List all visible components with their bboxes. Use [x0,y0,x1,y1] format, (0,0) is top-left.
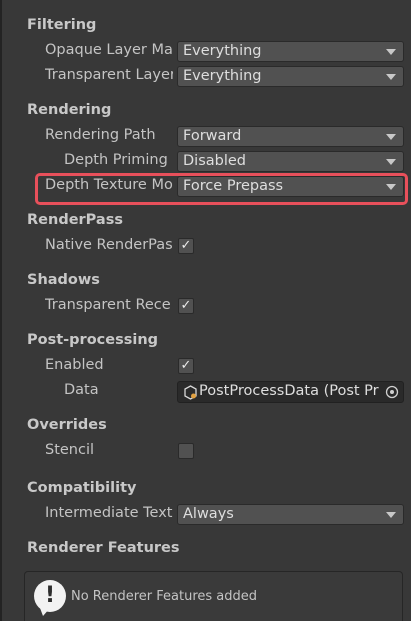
scriptable-object-icon [184,385,197,400]
transparent-layer-mask-label: Transparent Layer [45,67,173,83]
native-renderpass-label: Native RenderPas [45,237,173,253]
native-renderpass-checkbox[interactable]: ✓ [178,238,194,254]
stencil-label: Stencil [45,442,95,458]
rendering-path-label: Rendering Path [45,127,156,143]
postprocessing-data-object-field[interactable]: PostProcessData (Post Pr [177,381,404,403]
section-rendering-title: Rendering [27,102,112,118]
transparent-receive-shadows-label: Transparent Rece [45,297,171,313]
depth-priming-mode-value: Disabled [183,153,246,169]
postprocessing-enabled-label: Enabled [45,357,104,373]
depth-priming-mode-dropdown[interactable]: Disabled [177,151,404,172]
transparent-layer-mask-value: Everything [183,68,262,84]
info-exclamation-icon: ! [34,580,66,616]
opaque-layer-mask-value: Everything [183,43,262,59]
object-picker-icon[interactable] [385,385,399,399]
section-compatibility-title: Compatibility [27,480,137,496]
postprocessing-data-value: PostProcessData (Post Pr [199,383,379,399]
chevron-down-icon [386,134,396,140]
section-filtering-title: Filtering [27,17,97,33]
chevron-down-icon [386,74,396,80]
stencil-checkbox[interactable] [178,443,194,459]
chevron-down-icon [386,49,396,55]
postprocessing-data-label: Data [64,382,99,398]
section-shadows-title: Shadows [27,272,100,288]
section-renderpass-title: RenderPass [27,212,123,228]
opaque-layer-mask-label: Opaque Layer Ma [45,42,173,58]
chevron-down-icon [386,159,396,165]
renderer-features-empty-notice: ! No Renderer Features added [24,571,403,621]
panel-left-border [0,0,2,621]
depth-texture-mode-highlight [35,173,408,205]
renderer-features-empty-message: No Renderer Features added [71,589,258,604]
section-overrides-title: Overrides [27,417,107,433]
intermediate-texture-label: Intermediate Textu [45,505,173,521]
section-postprocessing-title: Post-processing [27,332,159,348]
postprocessing-enabled-checkbox[interactable]: ✓ [178,358,194,374]
transparent-layer-mask-dropdown[interactable]: Everything [177,66,404,87]
chevron-down-icon [386,512,396,518]
intermediate-texture-value: Always [183,506,234,522]
intermediate-texture-dropdown[interactable]: Always [177,504,404,525]
rendering-path-value: Forward [183,128,242,144]
transparent-receive-shadows-checkbox[interactable]: ✓ [178,298,194,314]
depth-priming-mode-label: Depth Priming M [64,152,173,168]
opaque-layer-mask-dropdown[interactable]: Everything [177,41,404,62]
section-renderer-features-title: Renderer Features [27,540,180,556]
rendering-path-dropdown[interactable]: Forward [177,126,404,147]
